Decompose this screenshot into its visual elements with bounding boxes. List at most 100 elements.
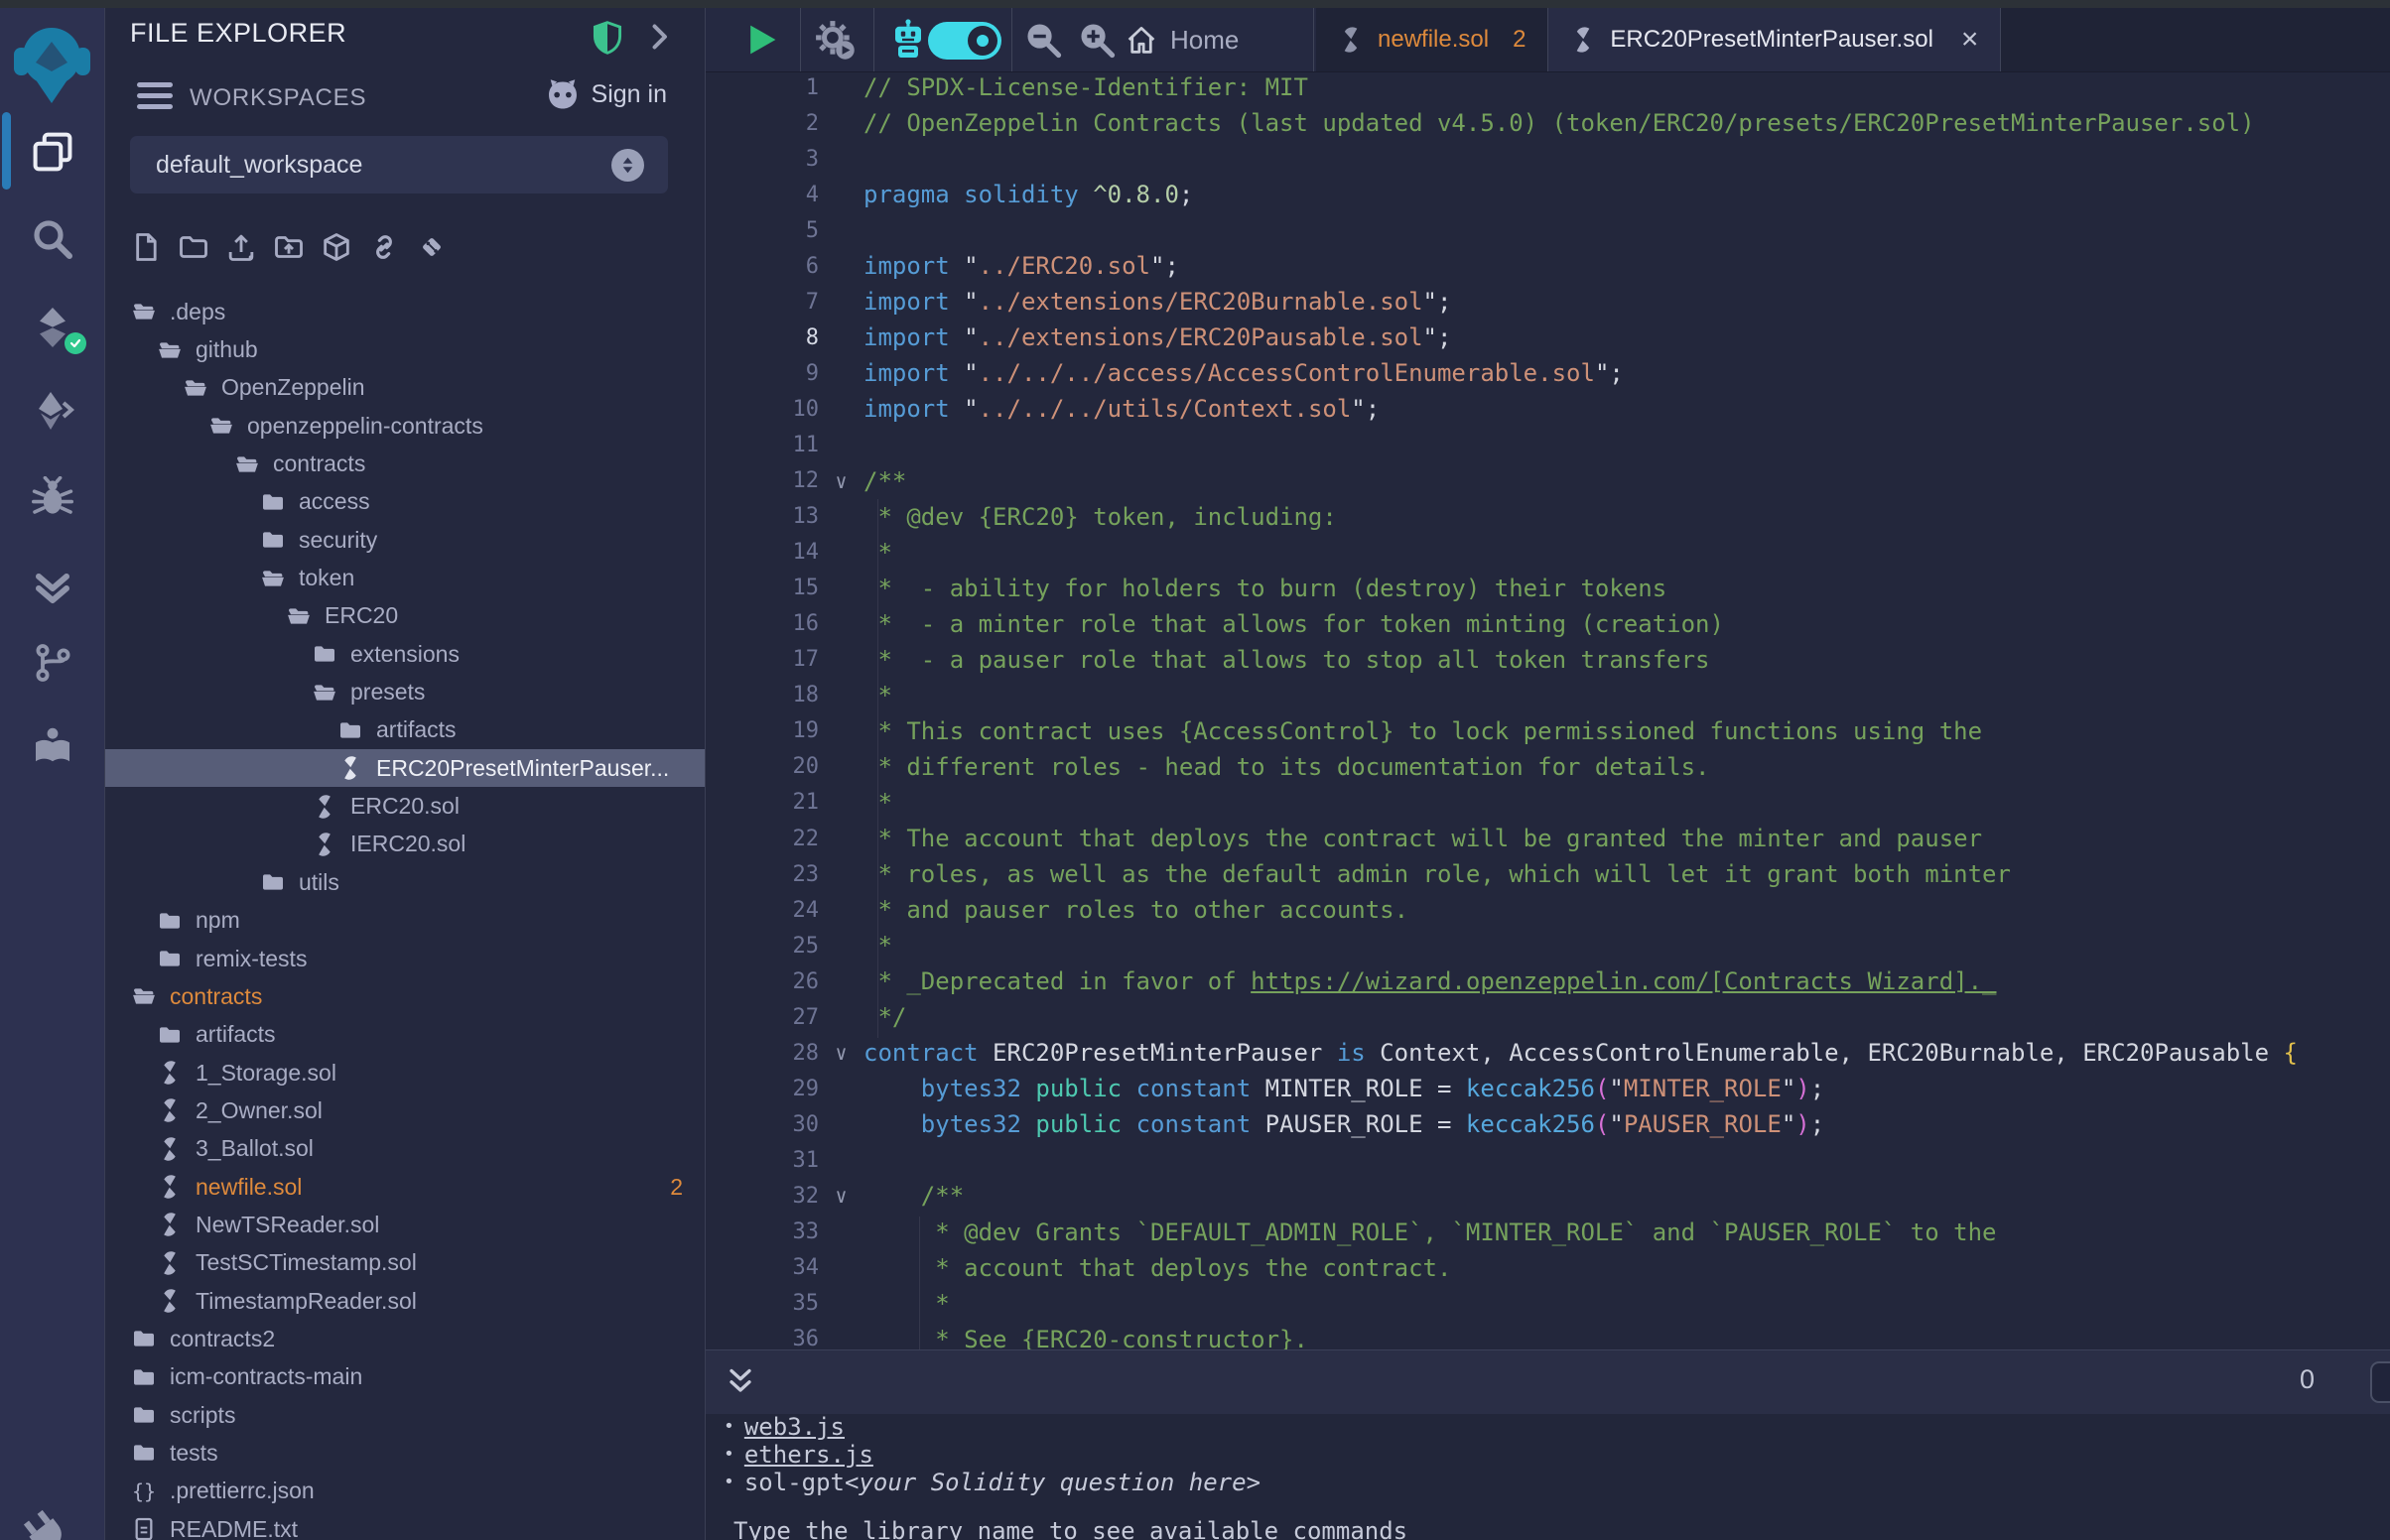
tree-folder-npm[interactable]: npm [105,902,705,940]
tree-item-label: contracts2 [170,1326,275,1352]
terminal-expand-icon[interactable] [726,1366,755,1396]
git-clone-icon[interactable] [416,228,448,266]
tab-ERC20PresetMinterPauser.sol[interactable]: ERC20PresetMinterPauser.sol× [1547,8,2001,71]
activity-debugger-icon[interactable] [0,467,104,529]
activity-search-icon[interactable] [0,208,104,270]
tree-item-label: security [299,527,377,554]
tree-file-3_Ballot.sol[interactable]: 3_Ballot.sol [105,1130,705,1168]
tree-item-label: github [196,336,258,363]
tree-folder-OpenZeppelin[interactable]: OpenZeppelin [105,369,705,407]
fold-chevron-icon[interactable]: ∨ [819,469,863,493]
tree-folder-contracts[interactable]: contracts [105,977,705,1015]
tree-folder-remix-tests[interactable]: remix-tests [105,940,705,977]
tree-folder-tests[interactable]: tests [105,1434,705,1472]
folderopen-icon [184,376,209,400]
script-config-gear-icon[interactable] [805,8,864,71]
zoom-out-icon[interactable] [1015,8,1071,71]
code-line-21: 21 * [706,785,2390,821]
terminal-search-input[interactable] [2370,1361,2390,1403]
tree-file-IERC20.sol[interactable]: IERC20.sol [105,826,705,863]
folderopen-icon [209,414,235,438]
tree-folder-artifacts[interactable]: artifacts [105,1016,705,1054]
chevron-right-icon[interactable] [644,22,674,52]
tree-folder-openzeppelin-contracts[interactable]: openzeppelin-contracts [105,407,705,445]
tree-folder-.deps[interactable]: .deps [105,293,705,330]
tree-folder-token[interactable]: token [105,559,705,596]
activity-learneth-icon[interactable] [0,715,104,777]
line-number: 6 [706,254,819,279]
activity-git-icon[interactable] [0,632,104,694]
sol-icon [158,1137,184,1161]
folder-icon [261,528,287,552]
activity-deploy-run-icon[interactable] [0,380,104,442]
activity-file-explorer-icon[interactable] [0,121,104,183]
tree-folder-presets[interactable]: presets [105,673,705,710]
code-text: * See {ERC20-constructor}. [863,1326,1308,1349]
link-icon[interactable] [368,228,400,266]
tree-file-1_Storage.sol[interactable]: 1_Storage.sol [105,1054,705,1091]
upload-file-icon[interactable] [225,228,257,266]
activity-solidity-compiler-icon[interactable] [0,297,104,358]
tree-item-label: 3_Ballot.sol [196,1135,314,1162]
line-number: 4 [706,183,819,207]
ai-copilot-toggle[interactable] [928,22,1001,60]
tree-item-label: 1_Storage.sol [196,1060,336,1087]
upload-folder-icon[interactable] [273,228,305,266]
tree-folder-github[interactable]: github [105,330,705,368]
zoom-in-icon[interactable] [1069,8,1125,71]
tree-item-label: newfile.sol [196,1174,302,1201]
line-number: 14 [706,540,819,565]
tree-folder-utils[interactable]: utils [105,863,705,901]
tree-file-README.txt[interactable]: README.txt [105,1510,705,1540]
terminal-link[interactable]: ethers.js [744,1441,873,1469]
tree-folder-contracts[interactable]: contracts [105,445,705,482]
close-tab-icon[interactable]: × [1961,25,1979,55]
line-number: 27 [706,1005,819,1030]
home-tab-button[interactable]: Home [1125,8,1239,71]
tree-item-label: TestSCTimestamp.sol [196,1249,417,1276]
tree-folder-artifacts[interactable]: artifacts [105,711,705,749]
tree-file-.prettierrc.json[interactable]: {}.prettierrc.json [105,1473,705,1510]
tree-item-label: ERC20PresetMinterPauser... [376,755,669,782]
tree-folder-scripts[interactable]: scripts [105,1396,705,1434]
line-number: 22 [706,827,819,851]
ipfs-cube-icon[interactable] [321,228,352,266]
line-number: 33 [706,1219,819,1244]
sign-in-button[interactable]: Sign in [544,77,667,111]
tree-folder-contracts2[interactable]: contracts2 [105,1320,705,1357]
tree-folder-extensions[interactable]: extensions [105,635,705,673]
run-script-button[interactable] [731,8,791,71]
tree-folder-access[interactable]: access [105,483,705,521]
code-line-26: 26 * _Deprecated in favor of https://wiz… [706,963,2390,999]
fold-chevron-icon[interactable]: ∨ [819,1041,863,1065]
sol-icon [158,1289,184,1313]
fold-chevron-icon[interactable]: ∨ [819,1184,863,1208]
hamburger-menu-icon[interactable] [135,79,175,113]
tree-file-2_Owner.sol[interactable]: 2_Owner.sol [105,1091,705,1129]
tree-folder-ERC20[interactable]: ERC20 [105,597,705,635]
tree-file-TimestampReader.sol[interactable]: TimestampReader.sol [105,1282,705,1320]
tree-file-TestSCTimestamp.sol[interactable]: TestSCTimestamp.sol [105,1244,705,1282]
plugin-manager-icon[interactable] [12,1500,84,1540]
file-toolbar [130,228,448,272]
new-folder-icon[interactable] [178,228,209,266]
tree-folder-icm-contracts-main[interactable]: icm-contracts-main [105,1358,705,1396]
code-editor[interactable]: 1// SPDX-License-Identifier: MIT2// Open… [706,69,2390,1349]
remix-logo-icon[interactable] [0,12,104,107]
terminal-output[interactable]: •web3.js•ethers.js•sol-gpt <your Solidit… [720,1413,2367,1540]
tree-file-NewTSReader.sol[interactable]: NewTSReader.sol [105,1206,705,1243]
tree-file-ERC20.sol[interactable]: ERC20.sol [105,787,705,825]
line-number: 29 [706,1077,819,1101]
folderopen-icon [158,338,184,362]
tree-file-newfile.sol[interactable]: newfile.sol2 [105,1168,705,1206]
code-line-29: 29 bytes32 public constant MINTER_ROLE =… [706,1071,2390,1106]
tree-file-ERC20PresetMinterPauser...[interactable]: ERC20PresetMinterPauser... [105,749,705,787]
terminal-link[interactable]: web3.js [744,1413,845,1441]
new-file-icon[interactable] [130,228,162,266]
tree-item-label: openzeppelin-contracts [247,413,483,440]
tree-folder-security[interactable]: security [105,521,705,559]
workspace-select[interactable]: default_workspace [130,136,668,193]
activity-unit-testing-icon[interactable] [0,554,104,615]
workspace-selected-value: default_workspace [156,151,362,180]
tab-newfile.sol[interactable]: newfile.sol2 [1316,8,1547,71]
